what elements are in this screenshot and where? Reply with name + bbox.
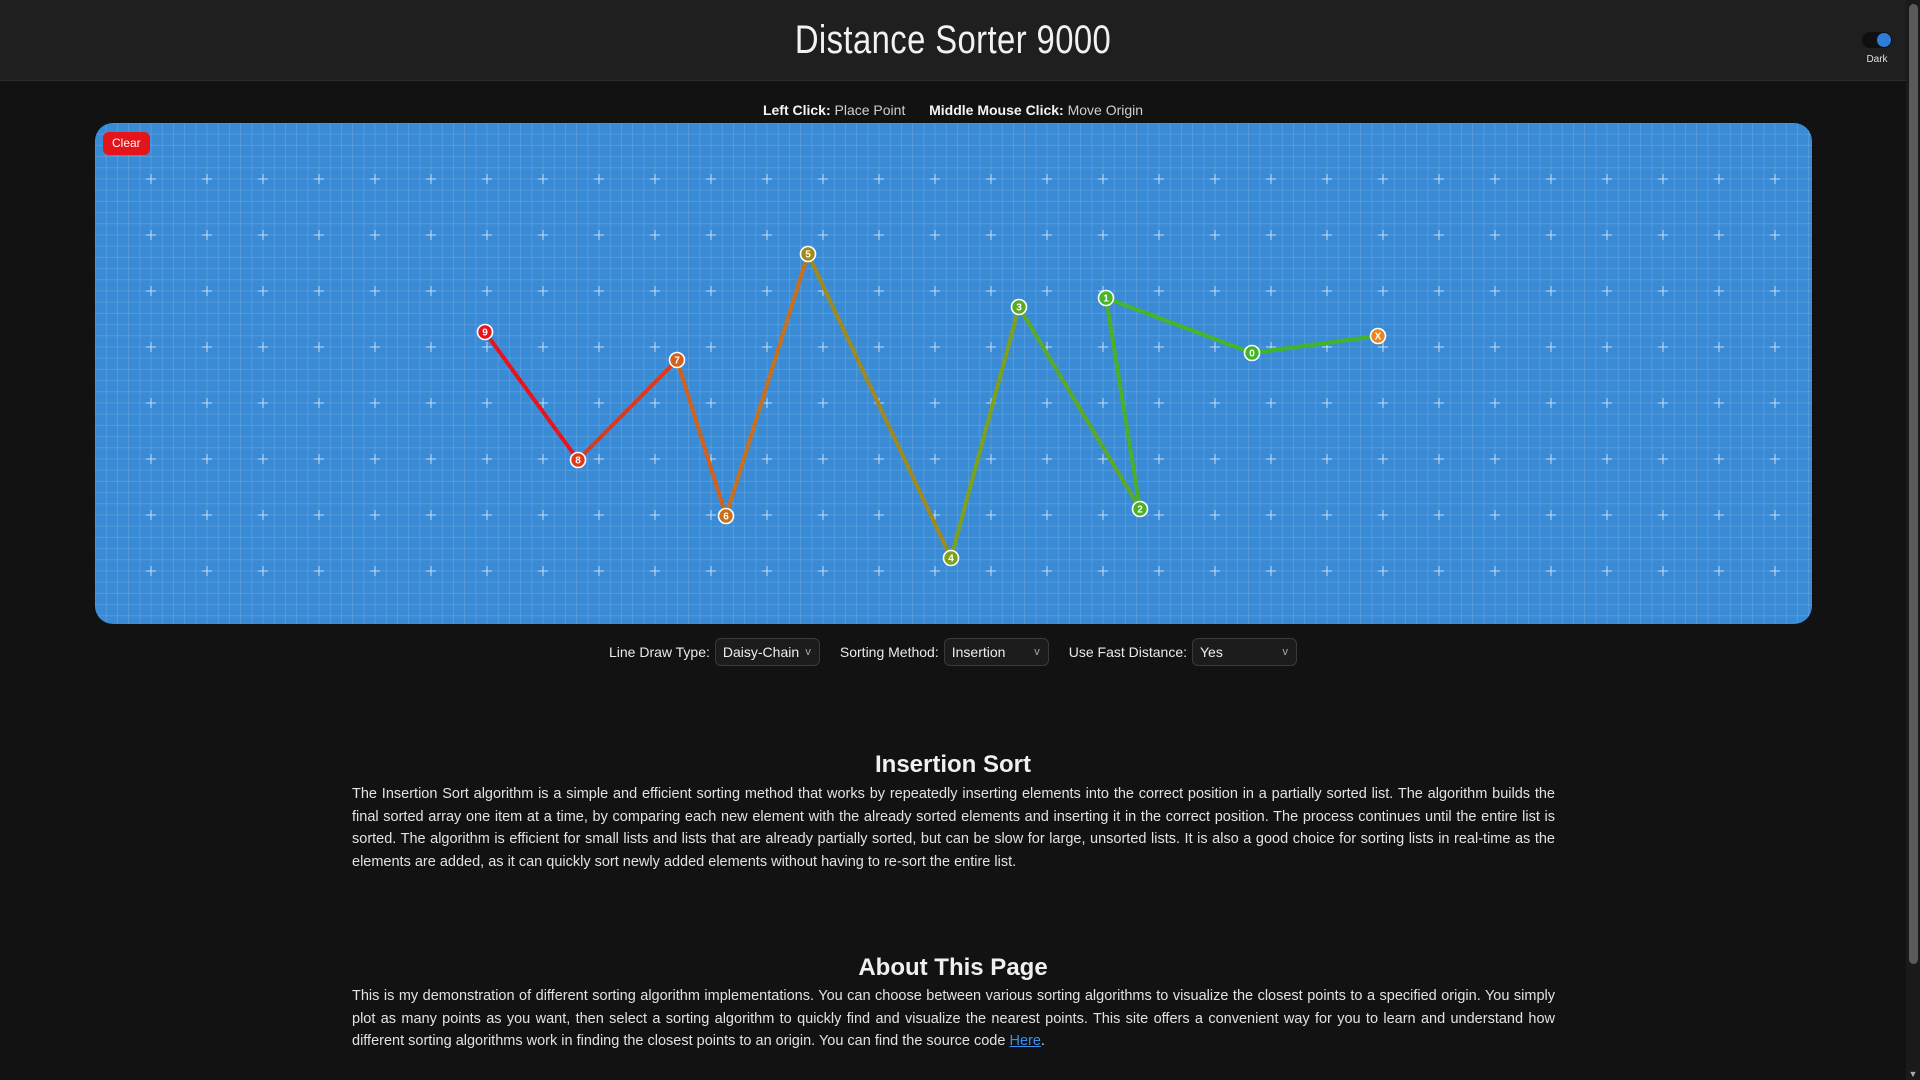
point-marker[interactable]: 6 [717,507,735,525]
line-draw-type-control: Line Draw Type: Daisy-Chain v [609,638,820,666]
sorting-method-select[interactable]: Insertion v [943,638,1049,666]
chain-segment [806,252,953,560]
point-marker[interactable]: 5 [799,245,817,263]
chevron-down-icon: v [1282,646,1289,658]
source-code-link[interactable]: Here [1009,1033,1040,1049]
fast-distance-select[interactable]: Yes v [1192,638,1297,666]
sorting-method-value: Insertion [951,644,1006,660]
insertion-sort-description: The Insertion Sort algorithm is a simple… [352,786,1555,870]
page-title: Distance Sorter 9000 [794,18,1112,62]
sorting-method-label: Sorting Method: [839,644,939,660]
point-label: 6 [723,512,729,523]
about-text-end: . [1040,1033,1045,1049]
chain-segment [483,330,580,462]
point-label: 3 [1016,303,1022,314]
chain-segment [675,358,728,518]
chain-segment [1250,334,1380,355]
left-click-action: Place Point [834,102,906,118]
left-click-key: Left Click: [762,102,831,118]
line-draw-type-label: Line Draw Type: [608,644,710,660]
point-label: 0 [1249,349,1255,360]
fast-distance-control: Use Fast Distance: Yes v [1069,638,1297,666]
header-bar: Distance Sorter 9000 Dark [0,0,1906,81]
point-marker[interactable]: 9 [476,323,494,341]
instructions: Left Click: Place Point Middle Mouse Cli… [0,102,1906,118]
point-marker[interactable]: 8 [569,451,587,469]
origin-marker[interactable]: X [1369,327,1387,345]
point-label: 1 [1103,294,1109,305]
chevron-down-icon: v [805,646,811,658]
point-marker[interactable]: 3 [1010,298,1028,316]
chain-segment [1104,296,1254,355]
point-label: 9 [482,328,488,339]
point-label: X [1375,332,1382,343]
scroll-down-arrow-icon[interactable]: ▼ [1906,1068,1920,1080]
chain-segment [949,305,1021,560]
point-marker[interactable]: 7 [668,351,686,369]
about-text: This is my demonstration of different so… [352,988,1555,1049]
sorting-method-control: Sorting Method: Insertion v [840,638,1049,666]
clear-button[interactable]: Clear [103,132,150,155]
canvas-plot: X 0 1 2 3 4 5 6 7 8 9 [476,245,1387,567]
about-title: About This Page [858,954,1048,981]
dark-mode-toggle[interactable] [1862,32,1892,48]
middle-click-key: Middle Mouse Click: [929,102,1064,118]
point-marker[interactable]: 2 [1131,500,1149,518]
fast-distance-label: Use Fast Distance: [1068,644,1187,660]
point-label: 7 [674,356,680,367]
line-draw-type-value: Daisy-Chain [722,644,800,660]
chevron-down-icon: v [1034,646,1040,658]
chain-segment [576,358,679,462]
toggle-knob [1877,33,1891,47]
point-marker[interactable]: 0 [1243,344,1261,362]
point-canvas[interactable]: X 0 1 2 3 4 5 6 7 8 9 Clear [95,123,1812,624]
page-scrollbar[interactable]: ▲ ▼ [1906,0,1920,1080]
point-marker[interactable]: 4 [942,549,960,567]
about-description: This is my demonstration of different so… [352,985,1555,1053]
chain-segment [724,252,810,518]
scroll-thumb[interactable] [1909,4,1918,964]
point-label: 8 [575,456,581,467]
point-label: 5 [805,250,811,261]
theme-label: Dark [1866,54,1888,65]
point-marker[interactable]: 1 [1097,289,1115,307]
line-draw-type-select[interactable]: Daisy-Chain v [714,638,820,666]
fast-distance-value: Yes [1200,644,1223,660]
middle-click-action: Move Origin [1067,102,1144,118]
controls-bar: Line Draw Type: Daisy-Chain v Sorting Me… [0,637,1906,667]
point-label: 4 [948,554,954,565]
point-label: 2 [1137,505,1143,516]
insertion-sort-title: Insertion Sort [874,751,1031,778]
